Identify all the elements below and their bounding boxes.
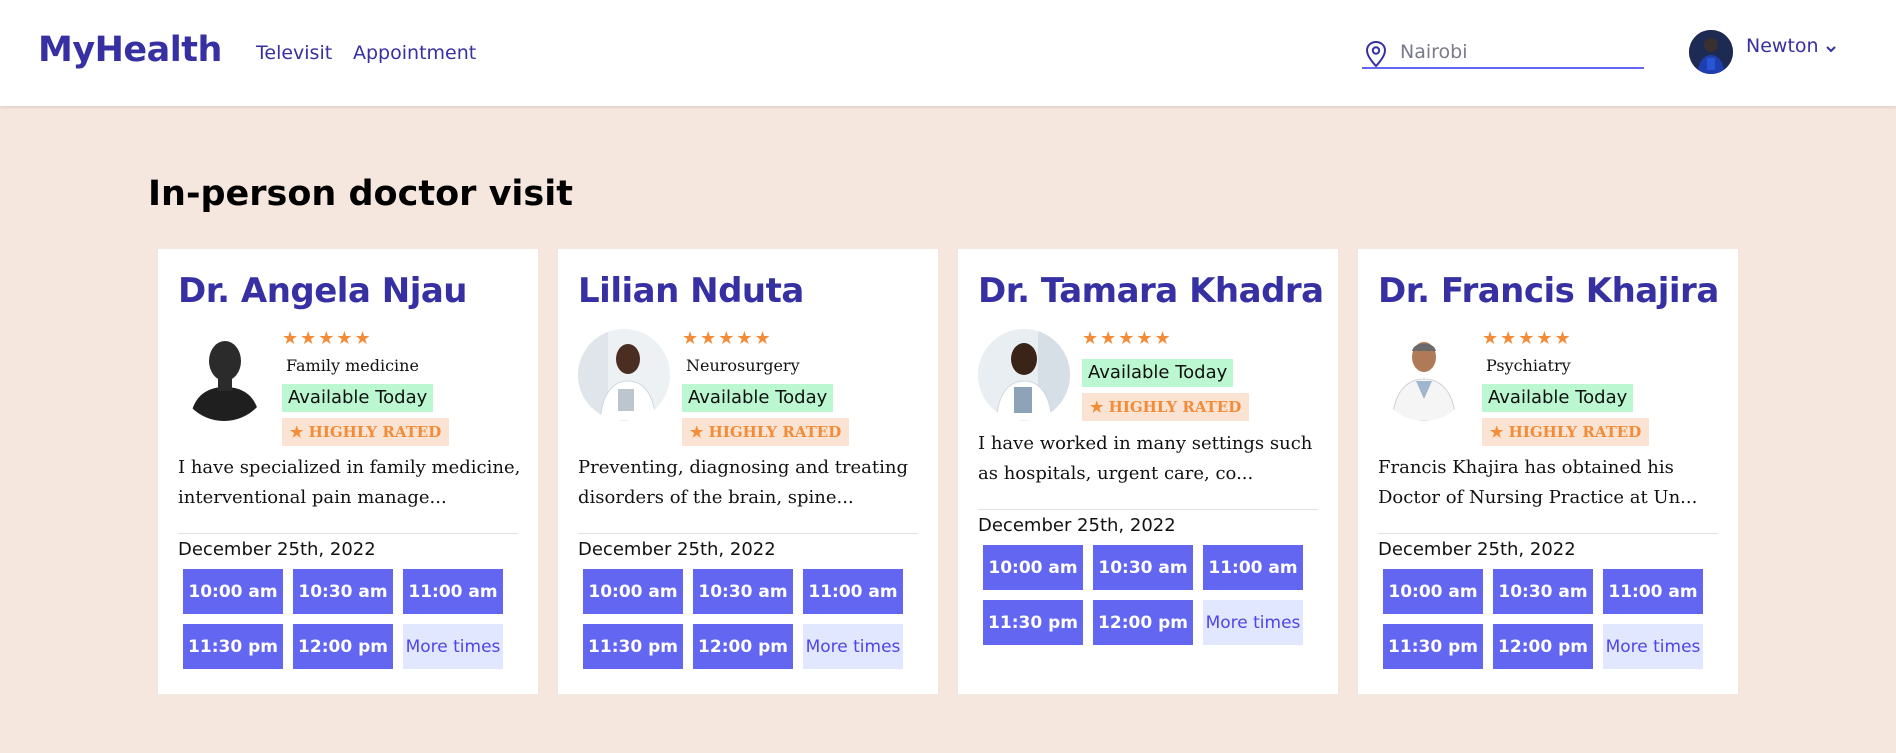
divider [178, 533, 518, 534]
doctor-description: Preventing, diagnosing and treating diso… [578, 457, 909, 508]
rating-stars: ★★★★★ [682, 328, 773, 349]
more-times-button[interactable]: More times [1203, 600, 1303, 645]
availability-badge: Available Today [1082, 359, 1234, 387]
doctor-name[interactable]: Dr. Tamara Khadra [978, 271, 1324, 311]
brand-logo[interactable]: MyHealth [38, 30, 222, 70]
time-slot-button[interactable]: 11:30 pm [983, 600, 1083, 645]
doctor-card: Dr. Tamara Khadra ★★★★★ Available Today … [958, 249, 1338, 694]
doctor-card: Dr. Francis Khajira ★★★★★ Psychiatry Ava… [1358, 249, 1738, 694]
user-menu-name[interactable]: Newton [1746, 35, 1819, 57]
highly-rated-badge: ★ HIGHLY RATED [682, 418, 850, 446]
rating-stars: ★★★★★ [1482, 328, 1573, 349]
doctor-name[interactable]: Dr. Angela Njau [178, 271, 468, 311]
doctor-specialty: Family medicine [286, 356, 419, 375]
time-slot-button[interactable]: 11:00 am [1203, 545, 1303, 590]
nav-link-appointment[interactable]: Appointment [353, 42, 476, 64]
time-slot-button[interactable]: 11:30 pm [583, 624, 683, 669]
rating-stars: ★★★★★ [1082, 328, 1173, 349]
doctor-photo [178, 329, 270, 421]
appointment-date: December 25th, 2022 [978, 515, 1176, 536]
time-slot-button[interactable]: 12:00 pm [293, 624, 393, 669]
availability-badge: Available Today [682, 384, 834, 412]
doctor-description: I have worked in many settings such as h… [978, 433, 1313, 484]
doctor-description: Francis Khajira has obtained his Doctor … [1378, 457, 1698, 508]
time-slot-button[interactable]: 11:00 am [803, 569, 903, 614]
time-slot-button[interactable]: 11:30 pm [1383, 624, 1483, 669]
time-slot-button[interactable]: 10:30 am [293, 569, 393, 614]
availability-badge: Available Today [1482, 384, 1634, 412]
time-slots: 10:00 am 10:30 am 11:00 am 11:30 pm 12:0… [183, 569, 523, 669]
time-slot-button[interactable]: 10:30 am [1093, 545, 1193, 590]
more-times-button[interactable]: More times [1603, 624, 1703, 669]
location-input[interactable] [1400, 40, 1640, 64]
user-avatar[interactable] [1689, 30, 1733, 74]
more-times-button[interactable]: More times [403, 624, 503, 669]
time-slot-button[interactable]: 10:00 am [983, 545, 1083, 590]
highly-rated-badge: ★ HIGHLY RATED [282, 418, 450, 446]
doctor-description: I have specialized in family medicine, i… [178, 457, 521, 508]
time-slot-button[interactable]: 12:00 pm [1093, 600, 1193, 645]
chevron-down-icon[interactable] [1824, 42, 1838, 56]
time-slots: 10:00 am 10:30 am 11:00 am 11:30 pm 12:0… [983, 545, 1323, 645]
time-slot-button[interactable]: 12:00 pm [693, 624, 793, 669]
doctor-specialty: Psychiatry [1486, 356, 1571, 375]
time-slot-button[interactable]: 10:00 am [1383, 569, 1483, 614]
time-slot-button[interactable]: 10:00 am [583, 569, 683, 614]
doctor-photo [978, 329, 1070, 421]
time-slot-button[interactable]: 12:00 pm [1493, 624, 1593, 669]
highly-rated-badge: ★ HIGHLY RATED [1482, 418, 1650, 446]
highly-rated-badge: ★ HIGHLY RATED [1082, 393, 1250, 421]
location-field [1362, 36, 1644, 69]
appointment-date: December 25th, 2022 [178, 539, 376, 560]
time-slots: 10:00 am 10:30 am 11:00 am 11:30 pm 12:0… [1383, 569, 1723, 669]
rating-stars: ★★★★★ [282, 328, 373, 349]
location-pin-icon [1365, 40, 1387, 68]
time-slot-button[interactable]: 10:00 am [183, 569, 283, 614]
time-slot-button[interactable]: 11:00 am [1603, 569, 1703, 614]
availability-badge: Available Today [282, 384, 434, 412]
top-navbar: MyHealth Televisit Appointment Newton [0, 0, 1896, 106]
divider [1378, 533, 1718, 534]
time-slot-button[interactable]: 10:30 am [1493, 569, 1593, 614]
divider [578, 533, 918, 534]
more-times-button[interactable]: More times [803, 624, 903, 669]
divider [978, 509, 1318, 510]
time-slot-button[interactable]: 10:30 am [693, 569, 793, 614]
doctor-name[interactable]: Dr. Francis Khajira [1378, 271, 1719, 311]
doctor-card: Dr. Angela Njau ★★★★★ Family medicine Av… [158, 249, 538, 694]
doctor-specialty: Neurosurgery [686, 356, 800, 375]
doctor-name[interactable]: Lilian Nduta [578, 271, 804, 311]
time-slot-button[interactable]: 11:00 am [403, 569, 503, 614]
time-slots: 10:00 am 10:30 am 11:00 am 11:30 pm 12:0… [583, 569, 923, 669]
time-slot-button[interactable]: 11:30 pm [183, 624, 283, 669]
appointment-date: December 25th, 2022 [578, 539, 776, 560]
doctor-photo [1378, 329, 1470, 421]
doctor-card: Lilian Nduta ★★★★★ Neurosurgery Availabl… [558, 249, 938, 694]
page-title: In-person doctor visit [148, 174, 573, 214]
appointment-date: December 25th, 2022 [1378, 539, 1576, 560]
doctor-photo [578, 329, 670, 421]
nav-link-televisit[interactable]: Televisit [256, 42, 332, 64]
